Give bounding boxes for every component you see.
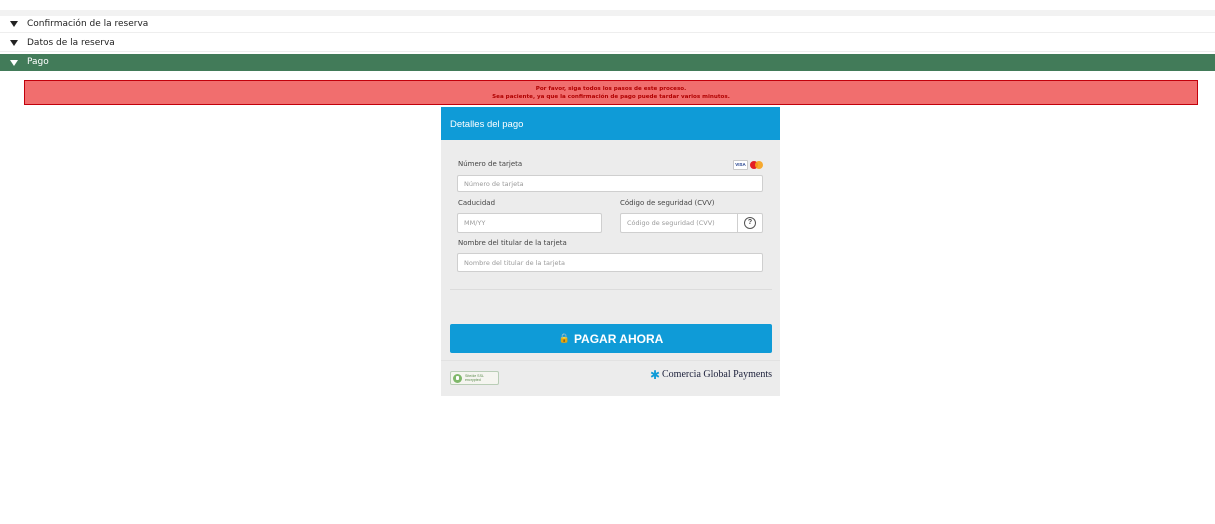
- accordion-label: Datos de la reserva: [27, 37, 115, 48]
- provider-logo: ✱ Comercia Global Payments: [649, 367, 772, 382]
- question-circle-icon: ?: [744, 217, 756, 229]
- accordion-confirmacion[interactable]: Confirmación de la reserva: [0, 16, 1215, 33]
- mastercard-logo-icon: [750, 161, 763, 169]
- cvv-label: Código de seguridad (CVV): [620, 199, 715, 207]
- caret-down-icon: [10, 59, 18, 66]
- star-logo-icon: ✱: [649, 367, 661, 382]
- cvv-input[interactable]: [620, 213, 738, 233]
- payment-card: Detalles del pago VISA Número de tarjeta…: [441, 107, 780, 396]
- form-divider: [450, 289, 772, 290]
- footer-divider: [441, 360, 780, 361]
- alert-line-1: Por favor, siga todos los pasos de este …: [535, 85, 687, 92]
- expiry-label: Caducidad: [458, 199, 496, 207]
- expiry-input[interactable]: [457, 213, 602, 233]
- accordion-label: Confirmación de la reserva: [27, 18, 149, 29]
- cvv-help-button[interactable]: ?: [738, 213, 763, 233]
- holder-name-input[interactable]: [457, 253, 763, 272]
- caret-down-icon: [10, 21, 18, 27]
- alert-line-2: Sea paciente, ya que la confirmación de …: [492, 93, 730, 100]
- payment-header: Detalles del pago: [441, 107, 780, 140]
- secure-lock-icon: [453, 373, 462, 383]
- pay-now-label: PAGAR AHORA: [573, 331, 664, 346]
- caret-down-icon: [10, 40, 18, 46]
- accordion-label: Pago: [27, 57, 49, 67]
- card-number-label: Número de tarjeta: [458, 160, 523, 168]
- holder-label: Nombre del titular de la tarjeta: [458, 239, 567, 247]
- accordion-pago[interactable]: Pago: [0, 54, 1215, 71]
- accordion-datos[interactable]: Datos de la reserva: [0, 35, 1215, 52]
- ssl-secure-badge: Site/de SSL encrypted: [450, 371, 499, 385]
- provider-name: Comercia Global Payments: [662, 369, 772, 380]
- accepted-cards: VISA: [733, 160, 763, 170]
- pay-now-button[interactable]: 🔒 PAGAR AHORA: [450, 324, 772, 353]
- warning-alert: Por favor, siga todos los pasos de este …: [24, 80, 1198, 105]
- lock-icon: 🔒: [558, 333, 570, 343]
- visa-icon: VISA: [733, 160, 748, 170]
- ssl-badge-text: Site/de SSL encrypted: [465, 374, 484, 382]
- card-number-input[interactable]: [457, 175, 763, 192]
